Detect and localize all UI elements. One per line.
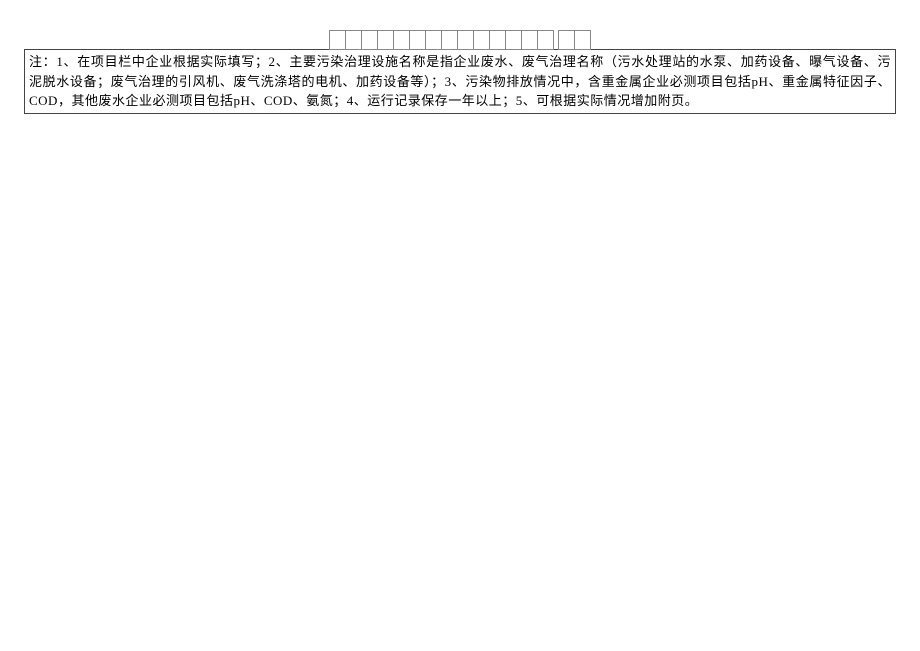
grid-cell — [474, 30, 490, 50]
grid-cell — [559, 30, 575, 50]
notes-text: 注：1、在项目栏中企业根据实际填写；2、主要污染治理设施名称是指企业废水、废气治… — [29, 54, 891, 108]
grid-cell — [426, 30, 442, 50]
header-grid-row — [24, 30, 896, 50]
grid-cell — [346, 30, 362, 50]
grid-cell — [362, 30, 378, 50]
grid-cell — [458, 30, 474, 50]
grid-cells-suffix — [558, 30, 591, 50]
grid-cell — [575, 30, 591, 50]
grid-cell — [330, 30, 346, 50]
grid-cell — [522, 30, 538, 50]
grid-cell — [378, 30, 394, 50]
grid-cell — [538, 30, 554, 50]
grid-cell — [506, 30, 522, 50]
notes-box: 注：1、在项目栏中企业根据实际填写；2、主要污染治理设施名称是指企业废水、废气治… — [24, 49, 896, 114]
grid-cell — [394, 30, 410, 50]
grid-cells — [329, 30, 554, 50]
grid-cell — [442, 30, 458, 50]
grid-cell — [490, 30, 506, 50]
grid-cell — [410, 30, 426, 50]
